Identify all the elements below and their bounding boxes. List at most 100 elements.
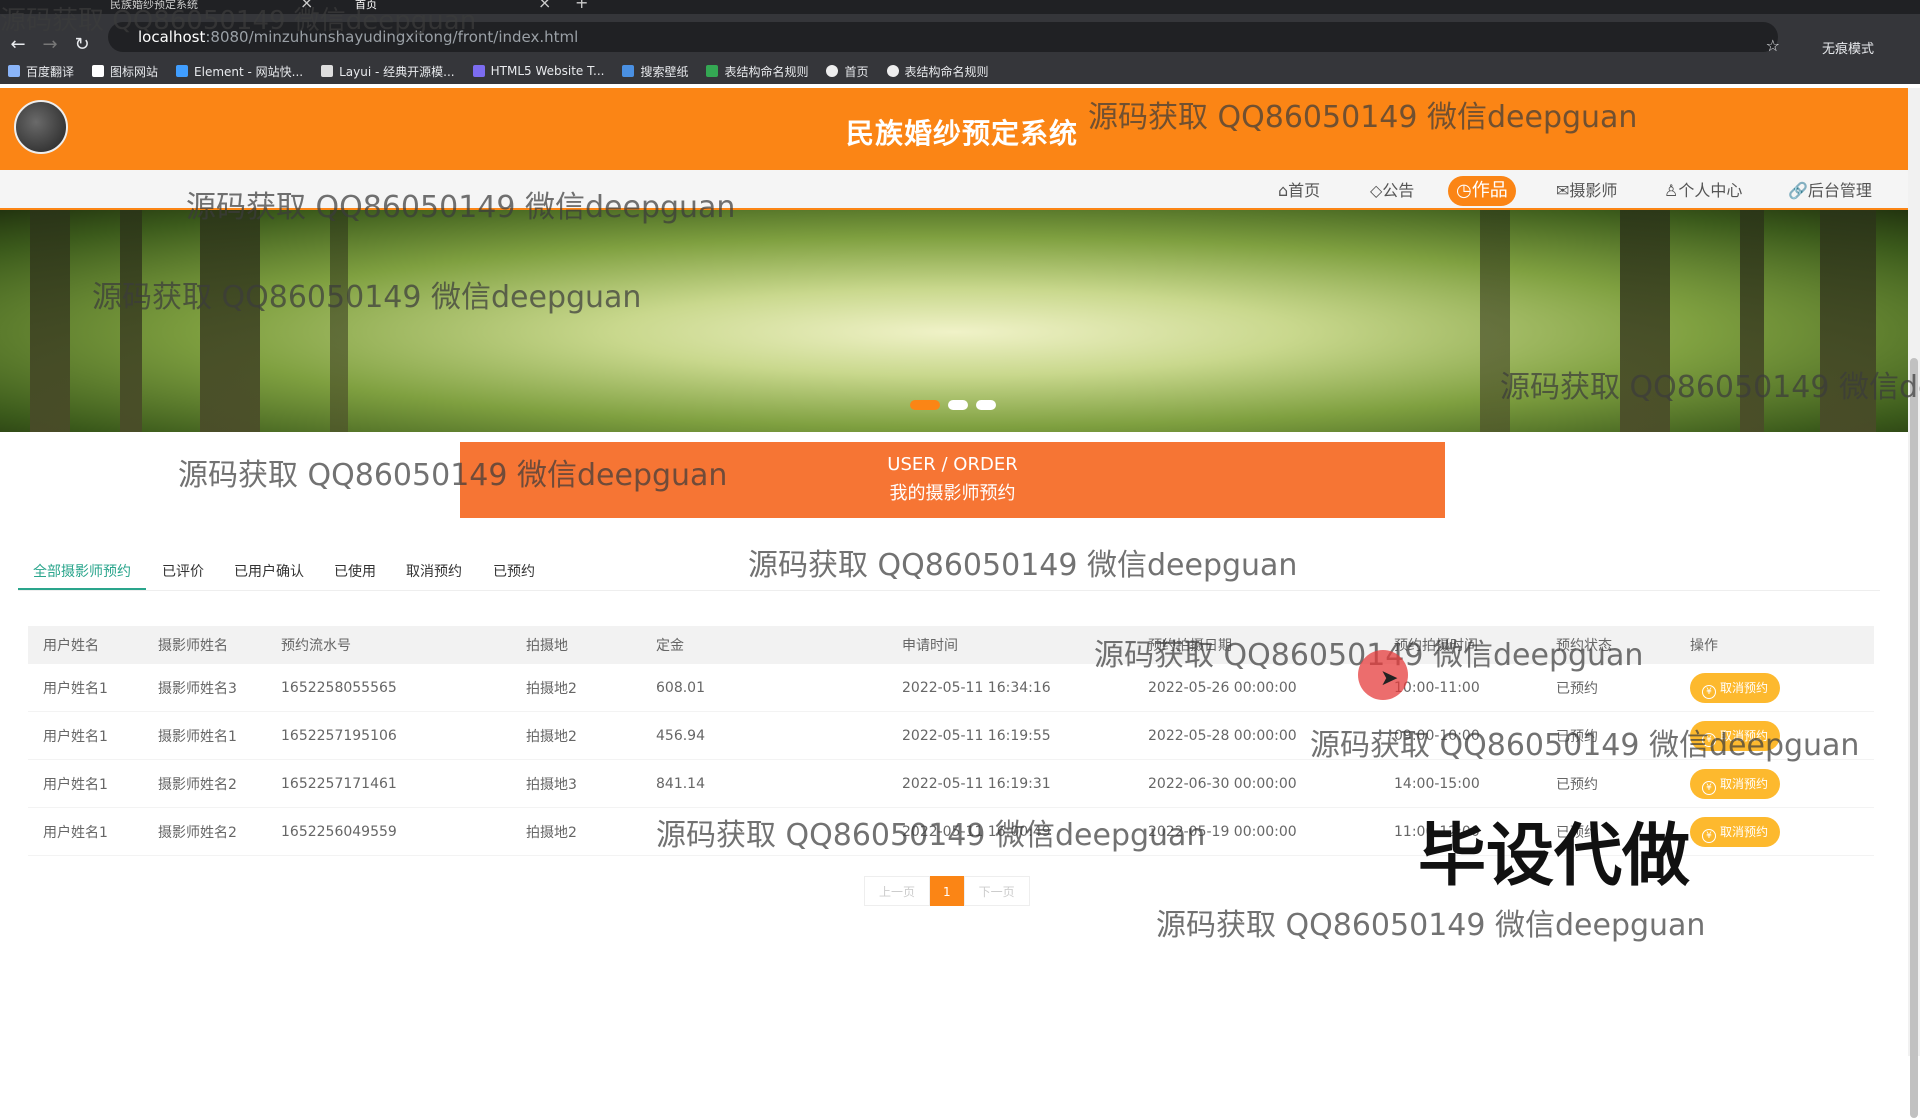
tab-close-icon[interactable]: × [538, 0, 551, 12]
nav-works[interactable]: ◷作品 [1448, 176, 1516, 206]
banner-tree [200, 210, 260, 432]
carousel-dot[interactable] [976, 400, 996, 410]
table-cell: 2022-05-26 00:00:00 [1148, 679, 1297, 696]
page-1-button[interactable]: 1 [930, 876, 964, 906]
header-cell: 预约流水号 [281, 638, 351, 654]
cancel-booking-label: 取消预约 [1719, 728, 1768, 743]
table-cell: 拍摄地2 [526, 680, 577, 697]
url-input[interactable]: localhost:8080/minzuhunshayudingxitong/f… [108, 22, 1778, 52]
nav-photographer[interactable]: ✉摄影师 [1548, 176, 1625, 206]
section-title-en: USER / ORDER [887, 454, 1018, 475]
forward-icon[interactable]: → [38, 34, 62, 55]
url-path: :8080/minzuhunshayudingxitong/front/inde… [205, 28, 579, 46]
table-cell: 09:00-10:00 [1394, 727, 1480, 744]
cancel-booking-button[interactable]: ¥ 取消预约 [1690, 816, 1780, 847]
bookmark-icon [622, 65, 635, 77]
bookmark-item[interactable]: 搜索壁纸 [622, 63, 688, 80]
next-page-button[interactable]: 下一页 [963, 876, 1030, 906]
table-cell: 456.94 [656, 727, 705, 744]
tab-booked[interactable]: 已预约 [493, 561, 535, 581]
bookmark-item[interactable]: 百度翻译 [8, 63, 74, 80]
header-cell: 拍摄地 [526, 638, 568, 654]
cancel-booking-button[interactable]: ¥ 取消预约 [1690, 768, 1780, 799]
yen-icon: ¥ [1701, 684, 1716, 699]
table-row: 用户姓名1 摄影师姓名2 1652257171461 拍摄地3 841.14 2022-0… [28, 760, 1874, 808]
table-row: 用户姓名1 摄影师姓名1 1652257195106 拍摄地2 456.94 2022-0… [28, 712, 1874, 760]
cancel-booking-label: 取消预约 [1719, 680, 1768, 695]
table-cell: 2022-05-11 16:19:55 [902, 727, 1051, 744]
bookmark-icon [472, 65, 485, 77]
banner-tree [1820, 210, 1876, 432]
yen-icon: ¥ [1701, 828, 1716, 843]
table-cell: 已预约 [1556, 824, 1598, 841]
tab-cancelled[interactable]: 取消预约 [406, 561, 462, 581]
site-logo[interactable] [14, 100, 68, 154]
status-tabs: 全部摄影师预约 已评价 已用户确认 已使用 取消预约 已预约 [18, 553, 1880, 591]
header-cell: 操作 [1690, 638, 1718, 654]
nav-home[interactable]: ⌂首页 [1270, 176, 1328, 206]
new-tab-icon[interactable]: + [575, 0, 588, 12]
bookmark-item[interactable]: 表结构命名规则 [706, 63, 808, 80]
carousel-dot[interactable] [948, 400, 968, 410]
table-cell: 2022-06-30 00:00:00 [1148, 775, 1297, 792]
carousel-dot[interactable] [910, 400, 940, 410]
tab-user-confirmed[interactable]: 已用户确认 [234, 561, 304, 581]
table-row: 用户姓名1 摄影师姓名2 1652256049559 拍摄地2 2022-05-11 1… [28, 808, 1874, 856]
table-cell: 已预约 [1556, 680, 1598, 697]
bookmark-item[interactable]: Layui - 经典开源模... [321, 63, 455, 80]
nav-user-center[interactable]: ♙个人中心 [1656, 176, 1750, 206]
scroll-thumb[interactable] [1910, 358, 1918, 1118]
active-tab-underline [18, 588, 146, 590]
cancel-booking-button[interactable]: ¥ 取消预约 [1690, 720, 1780, 751]
page-scrollbar[interactable] [1908, 88, 1920, 1118]
header-cell: 用户姓名 [43, 638, 99, 654]
table-row: 用户姓名1 摄影师姓名3 1652258055565 拍摄地2 608.01 2022-0… [28, 664, 1874, 712]
tab-close-icon[interactable]: × [300, 0, 313, 12]
incognito-label[interactable]: 无痕模式 [1822, 38, 1874, 57]
header-cell: 申请时间 [902, 638, 958, 654]
bookmark-item[interactable]: 首页 [826, 63, 869, 80]
banner-tree [1740, 210, 1764, 432]
mouse-cursor-icon: ➤ [1380, 666, 1399, 691]
reload-icon[interactable]: ↻ [70, 34, 94, 55]
table-cell: 已预约 [1556, 728, 1598, 745]
bookmark-item[interactable]: 图标网站 [92, 63, 158, 80]
header-cell: 预约拍摄时间 [1394, 638, 1478, 654]
section-title: USER / ORDER 我的摄影师预约 [460, 442, 1445, 518]
nav-admin[interactable]: 🔗后台管理 [1780, 176, 1880, 206]
bookmark-item[interactable]: HTML5 Website T... [472, 64, 604, 78]
nav-notice[interactable]: ◇公告 [1362, 176, 1422, 206]
bookmark-item[interactable]: 表结构命名规则 [886, 63, 989, 80]
bookmark-icon [886, 65, 899, 77]
carousel-indicators [910, 400, 996, 410]
banner-carousel[interactable] [0, 210, 1908, 432]
url-host: localhost [138, 28, 206, 46]
tab-all[interactable]: 全部摄影师预约 [33, 561, 131, 581]
bookmark-icon [321, 65, 334, 77]
bookmark-icon [92, 65, 105, 77]
bookmark-item[interactable]: Element - 网站快... [176, 63, 303, 80]
browser-tab[interactable]: 民族婚纱预定系统 [110, 0, 198, 14]
bookmark-star-icon[interactable]: ☆ [1766, 36, 1780, 55]
table-cell: 1652257195106 [281, 727, 397, 744]
table-cell: 用户姓名1 [43, 728, 108, 745]
site-title: 民族婚纱预定系统 [846, 117, 1079, 150]
site-header: 民族婚纱预定系统 [0, 88, 1908, 170]
table-cell: 2022-05-19 00:00:00 [1148, 823, 1297, 840]
table-cell: 拍摄地2 [526, 824, 577, 841]
table-cell: 14:00-15:00 [1394, 775, 1480, 792]
bookmark-icon [176, 65, 189, 77]
bookmark-icon [8, 65, 20, 77]
bookmarks-bar: 百度翻译 图标网站 Element - 网站快... Layui - 经典开源模… [0, 58, 1920, 84]
prev-page-button[interactable]: 上一页 [864, 876, 931, 906]
yen-icon: ¥ [1701, 732, 1716, 747]
browser-tab[interactable]: 首页 [355, 0, 377, 14]
back-icon[interactable]: ← [6, 34, 30, 55]
tab-reviewed[interactable]: 已评价 [162, 561, 204, 581]
cancel-booking-button[interactable]: ¥ 取消预约 [1690, 672, 1780, 703]
table-cell: 1652256049559 [281, 823, 397, 840]
header-cell: 预约状态 [1556, 638, 1612, 654]
header-cell: 预约拍摄日期 [1148, 638, 1232, 654]
tab-used[interactable]: 已使用 [334, 561, 376, 581]
table-cell: 用户姓名1 [43, 824, 108, 841]
